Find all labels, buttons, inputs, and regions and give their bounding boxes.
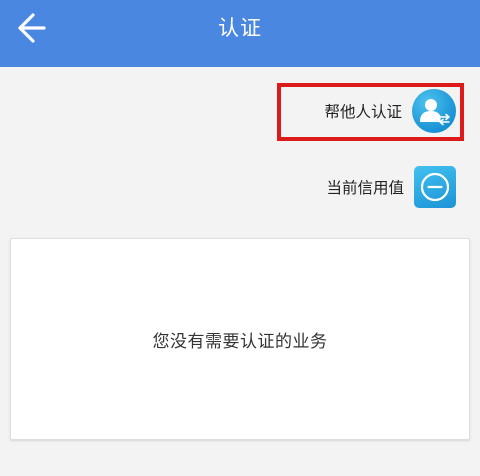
empty-state-card: 您没有需要认证的业务	[10, 238, 470, 440]
help-others-verify-button[interactable]: 帮他人认证	[324, 84, 456, 138]
page-title: 认证	[218, 16, 262, 40]
empty-state-message: 您没有需要认证的业务	[152, 331, 328, 352]
user-switch-icon	[412, 89, 456, 133]
help-others-verify-label: 帮他人认证	[324, 103, 402, 121]
app-bar: 认证	[0, 0, 480, 67]
credit-score-button[interactable]: 当前信用值	[326, 160, 456, 214]
credit-score-label: 当前信用值	[326, 179, 404, 197]
credit-gauge-icon	[414, 166, 456, 208]
